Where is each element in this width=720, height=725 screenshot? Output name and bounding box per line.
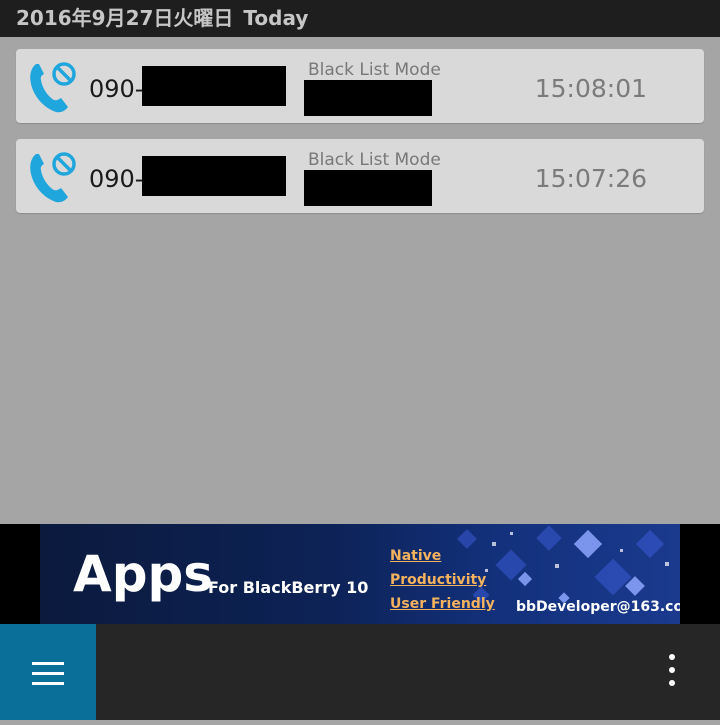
blocked-call-icon [30, 152, 76, 203]
ad-banner[interactable]: Apps For BlackBerry 10 Native Productivi… [40, 524, 680, 624]
call-mode-label: Black List Mode [308, 60, 441, 80]
ad-title: Apps [73, 545, 214, 603]
redacted-number [142, 66, 286, 106]
ad-email: bbDeveloper@163.com [516, 599, 680, 615]
vertical-ellipsis-icon [669, 654, 675, 686]
ad-link-native[interactable]: Native [390, 548, 441, 564]
ad-link-productivity[interactable]: Productivity [390, 572, 486, 588]
redacted-number [142, 156, 286, 196]
caller-number: 090- [89, 165, 144, 193]
date-header: 2016年9月27日火曜日 Today [0, 0, 720, 37]
overflow-menu-button[interactable] [650, 644, 694, 700]
caller-number: 090- [89, 75, 144, 103]
bottom-action-bar [0, 624, 720, 720]
call-mode-label: Black List Mode [308, 150, 441, 170]
date-label: 2016年9月27日火曜日 [16, 6, 234, 30]
call-log-list: 090- Black List Mode 15:08:01 090- Black… [0, 37, 720, 524]
redacted-name [304, 80, 432, 116]
hamburger-menu-icon [32, 662, 64, 685]
ad-subtitle: For BlackBerry 10 [208, 578, 369, 597]
blocked-call-icon [30, 62, 76, 113]
call-time: 15:08:01 [534, 74, 647, 103]
call-time: 15:07:26 [534, 164, 647, 193]
call-log-item[interactable]: 090- Black List Mode 15:07:26 [16, 139, 704, 213]
menu-button[interactable] [0, 624, 96, 720]
redacted-name [304, 170, 432, 206]
ad-strip: Apps For BlackBerry 10 Native Productivi… [0, 524, 720, 624]
ad-link-user-friendly[interactable]: User Friendly [390, 596, 495, 612]
call-log-item[interactable]: 090- Black List Mode 15:08:01 [16, 49, 704, 123]
today-label: Today [243, 6, 309, 30]
